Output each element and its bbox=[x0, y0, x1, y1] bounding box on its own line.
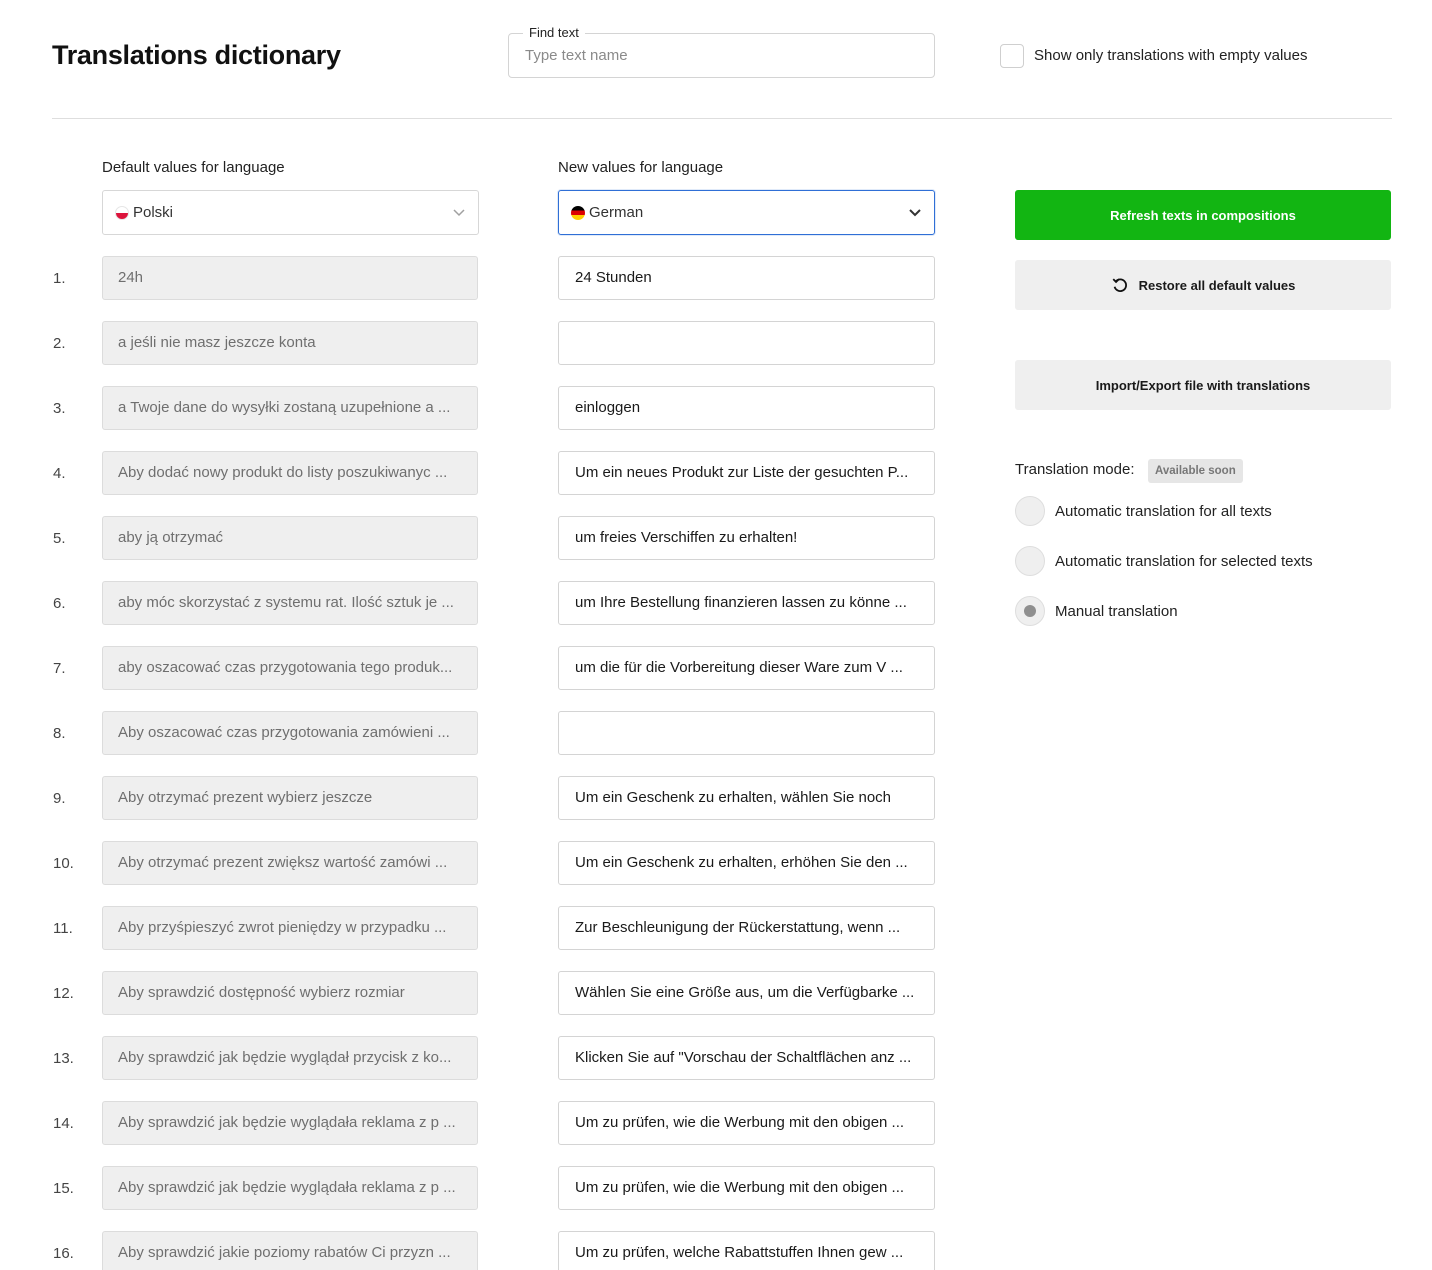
default-value-field: aby móc skorzystać z systemu rat. Ilość … bbox=[102, 581, 478, 625]
restore-icon bbox=[1112, 278, 1127, 292]
new-value-input[interactable]: um freies Verschiffen zu erhalten! bbox=[558, 516, 935, 560]
restore-defaults-label: Restore all default values bbox=[1138, 277, 1296, 293]
new-value-input[interactable]: Um zu prüfen, wie die Werbung mit den ob… bbox=[558, 1101, 935, 1145]
new-value-input[interactable] bbox=[558, 711, 935, 755]
chevron-down-icon bbox=[453, 209, 465, 217]
default-language-select[interactable]: Polski bbox=[102, 190, 479, 235]
default-value-field: Aby sprawdzić jak będzie wyglądała rekla… bbox=[102, 1166, 478, 1210]
default-value-field: aby ją otrzymać bbox=[102, 516, 478, 560]
new-value-input[interactable]: Wählen Sie eine Größe aus, um die Verfüg… bbox=[558, 971, 935, 1015]
new-value-input[interactable]: 24 Stunden bbox=[558, 256, 935, 300]
header-divider bbox=[52, 118, 1392, 119]
find-text-input[interactable] bbox=[509, 34, 934, 77]
radio-auto-selected-label: Automatic translation for selected texts bbox=[1055, 553, 1313, 570]
row-number: 12. bbox=[53, 985, 74, 1002]
new-language-value: German bbox=[589, 204, 644, 221]
row-number: 3. bbox=[53, 400, 66, 417]
new-value-input[interactable]: Um ein neues Produkt zur Liste der gesuc… bbox=[558, 451, 935, 495]
new-value-input[interactable]: Um zu prüfen, wie die Werbung mit den ob… bbox=[558, 1166, 935, 1210]
default-value-field: a Twoje dane do wysyłki zostaną uzupełni… bbox=[102, 386, 478, 430]
radio-auto-all-label: Automatic translation for all texts bbox=[1055, 503, 1272, 520]
new-value-input[interactable]: Um zu prüfen, welche Rabattstuffen Ihnen… bbox=[558, 1231, 935, 1270]
row-number: 9. bbox=[53, 790, 66, 807]
new-value-input[interactable]: um Ihre Bestellung finanzieren lassen zu… bbox=[558, 581, 935, 625]
default-value-field: Aby sprawdzić jak będzie wyglądała rekla… bbox=[102, 1101, 478, 1145]
row-number: 2. bbox=[53, 335, 66, 352]
refresh-texts-button[interactable]: Refresh texts in compositions bbox=[1015, 190, 1391, 240]
default-language-label: Default values for language bbox=[102, 159, 285, 176]
new-value-input[interactable] bbox=[558, 321, 935, 365]
new-value-input[interactable]: einloggen bbox=[558, 386, 935, 430]
empty-values-checkbox-label: Show only translations with empty values bbox=[1034, 47, 1308, 64]
new-value-input[interactable]: Um ein Geschenk zu erhalten, wählen Sie … bbox=[558, 776, 935, 820]
import-export-button[interactable]: Import/Export file with translations bbox=[1015, 360, 1391, 410]
radio-manual[interactable] bbox=[1015, 596, 1045, 626]
default-value-field: aby oszacować czas przygotowania tego pr… bbox=[102, 646, 478, 690]
new-value-input[interactable]: Klicken Sie auf "Vorschau der Schaltfläc… bbox=[558, 1036, 935, 1080]
default-value-field: Aby oszacować czas przygotowania zamówie… bbox=[102, 711, 478, 755]
row-number: 13. bbox=[53, 1050, 74, 1067]
germany-flag-icon bbox=[571, 205, 585, 220]
row-number: 11. bbox=[53, 920, 73, 937]
default-value-field: Aby sprawdzić jakie poziomy rabatów Ci p… bbox=[102, 1231, 478, 1270]
new-value-input[interactable]: Zur Beschleunigung der Rückerstattung, w… bbox=[558, 906, 935, 950]
row-number: 15. bbox=[53, 1180, 74, 1197]
default-value-field: 24h bbox=[102, 256, 478, 300]
radio-auto-selected[interactable] bbox=[1015, 546, 1045, 576]
page-title: Translations dictionary bbox=[52, 40, 341, 70]
default-value-field: Aby otrzymać prezent zwiększ wartość zam… bbox=[102, 841, 478, 885]
new-language-select[interactable]: German bbox=[558, 190, 935, 235]
radio-auto-all[interactable] bbox=[1015, 496, 1045, 526]
restore-defaults-button[interactable]: Restore all default values bbox=[1015, 260, 1391, 310]
row-number: 5. bbox=[53, 530, 66, 547]
row-number: 8. bbox=[53, 725, 66, 742]
row-number: 10. bbox=[53, 855, 74, 872]
default-value-field: Aby sprawdzić dostępność wybierz rozmiar bbox=[102, 971, 478, 1015]
row-number: 7. bbox=[53, 660, 66, 677]
default-value-field: Aby sprawdzić jak będzie wyglądał przyci… bbox=[102, 1036, 478, 1080]
row-number: 6. bbox=[53, 595, 66, 612]
default-value-field: Aby otrzymać prezent wybierz jeszcze bbox=[102, 776, 478, 820]
row-number: 14. bbox=[53, 1115, 74, 1132]
new-language-label: New values for language bbox=[558, 159, 724, 176]
chevron-down-icon bbox=[909, 209, 921, 217]
row-number: 16. bbox=[53, 1245, 74, 1262]
empty-values-checkbox[interactable] bbox=[1000, 44, 1024, 68]
default-value-field: Aby przyśpieszyć zwrot pieniędzy w przyp… bbox=[102, 906, 478, 950]
default-language-value: Polski bbox=[133, 204, 174, 221]
new-value-input[interactable]: Um ein Geschenk zu erhalten, erhöhen Sie… bbox=[558, 841, 935, 885]
find-text-field[interactable]: Find text bbox=[508, 25, 935, 78]
poland-flag-icon bbox=[115, 205, 129, 220]
radio-manual-label: Manual translation bbox=[1055, 603, 1178, 620]
row-number: 4. bbox=[53, 465, 66, 482]
default-value-field: a jeśli nie masz jeszcze konta bbox=[102, 321, 478, 365]
available-soon-badge: Available soon bbox=[1148, 459, 1243, 483]
row-number: 1. bbox=[53, 270, 66, 287]
translation-mode-label: Translation mode: bbox=[1015, 461, 1135, 478]
default-value-field: Aby dodać nowy produkt do listy poszukiw… bbox=[102, 451, 478, 495]
new-value-input[interactable]: um die für die Vorbereitung dieser Ware … bbox=[558, 646, 935, 690]
